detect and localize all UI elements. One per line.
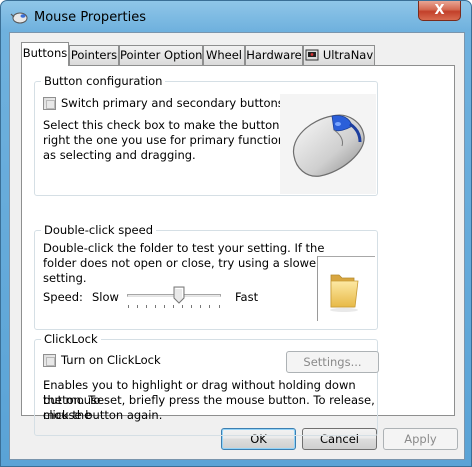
tab-label: UltraNav (322, 48, 374, 62)
clicklock-description-line: mouse button again. (43, 408, 163, 422)
ultranav-icon (305, 49, 319, 61)
switch-buttons-label[interactable]: Switch primary and secondary buttons (61, 96, 284, 111)
buttons-tab-panel: Button configuration Switch primary and … (21, 65, 455, 436)
mouse-properties-window: Mouse Properties X Buttons Pointers Poin… (0, 0, 472, 467)
group-title: ClickLock (41, 332, 101, 346)
tab-label: Hardware (246, 48, 302, 62)
switch-buttons-checkbox[interactable] (43, 97, 56, 110)
close-button[interactable]: X (418, 1, 461, 21)
tab-hardware[interactable]: Hardware (245, 45, 303, 65)
double-click-description-line: setting. (43, 271, 87, 285)
double-click-speed-group: Double-click speed Double-click the fold… (34, 223, 378, 330)
tab-label: Pointers (70, 48, 118, 62)
mouse-icon (292, 114, 365, 177)
button-config-description-line: as selecting and dragging. (43, 148, 196, 162)
tab-label: Pointer Options (120, 48, 209, 62)
tab-pointers[interactable]: Pointers (69, 45, 119, 65)
speed-slider-thumb[interactable] (173, 286, 185, 304)
slider-tick (191, 305, 192, 308)
tab-wheel[interactable]: Wheel (203, 45, 245, 65)
clicklock-group: ClickLock Turn on ClickLock Settings... … (34, 332, 379, 436)
slider-tick (146, 305, 147, 308)
group-title: Double-click speed (41, 223, 156, 237)
button-label: Apply (404, 432, 437, 446)
folder-icon (330, 274, 359, 312)
slider-tick (209, 305, 210, 308)
clicklock-checkbox[interactable] (43, 354, 56, 367)
slider-tick (219, 305, 220, 308)
slow-label: Slow (92, 290, 119, 304)
slider-tick (200, 305, 201, 308)
tab-buttons[interactable]: Buttons (21, 42, 69, 66)
close-icon: X (434, 3, 445, 18)
mouse-image (280, 94, 376, 194)
tab-label: Wheel (205, 48, 242, 62)
title-bar[interactable]: Mouse Properties X (1, 1, 471, 33)
slider-tick (128, 305, 129, 308)
tab-ultranav[interactable]: UltraNav (303, 45, 375, 65)
slider-tick (173, 305, 174, 308)
double-click-description-line: folder does not open or close, try using… (43, 256, 321, 270)
slider-tick (155, 305, 156, 308)
slider-tick (137, 305, 138, 308)
test-folder-area[interactable] (317, 256, 375, 321)
clicklock-settings-button[interactable]: Settings... (286, 351, 379, 373)
button-config-description-line: Select this check box to make the button… (43, 118, 320, 132)
speed-label: Speed: (43, 290, 83, 304)
fast-label: Fast (235, 290, 259, 304)
group-title: Button configuration (41, 74, 166, 88)
mouse-app-icon (10, 12, 28, 24)
button-label: Settings... (303, 355, 362, 369)
slider-tick (164, 305, 165, 308)
double-click-description-line: Double-click the folder to test your set… (43, 241, 325, 255)
button-configuration-group: Button configuration Switch primary and … (34, 74, 378, 196)
apply-button[interactable]: Apply (383, 428, 458, 450)
clicklock-label[interactable]: Turn on ClickLock (61, 353, 161, 368)
tab-label: Buttons (22, 46, 68, 60)
window-title: Mouse Properties (34, 10, 147, 25)
slider-tick (182, 305, 183, 308)
tab-pointer-options[interactable]: Pointer Options (119, 45, 208, 65)
dialog-client-area: Buttons Pointers Pointer Options Wheel H… (9, 32, 465, 460)
